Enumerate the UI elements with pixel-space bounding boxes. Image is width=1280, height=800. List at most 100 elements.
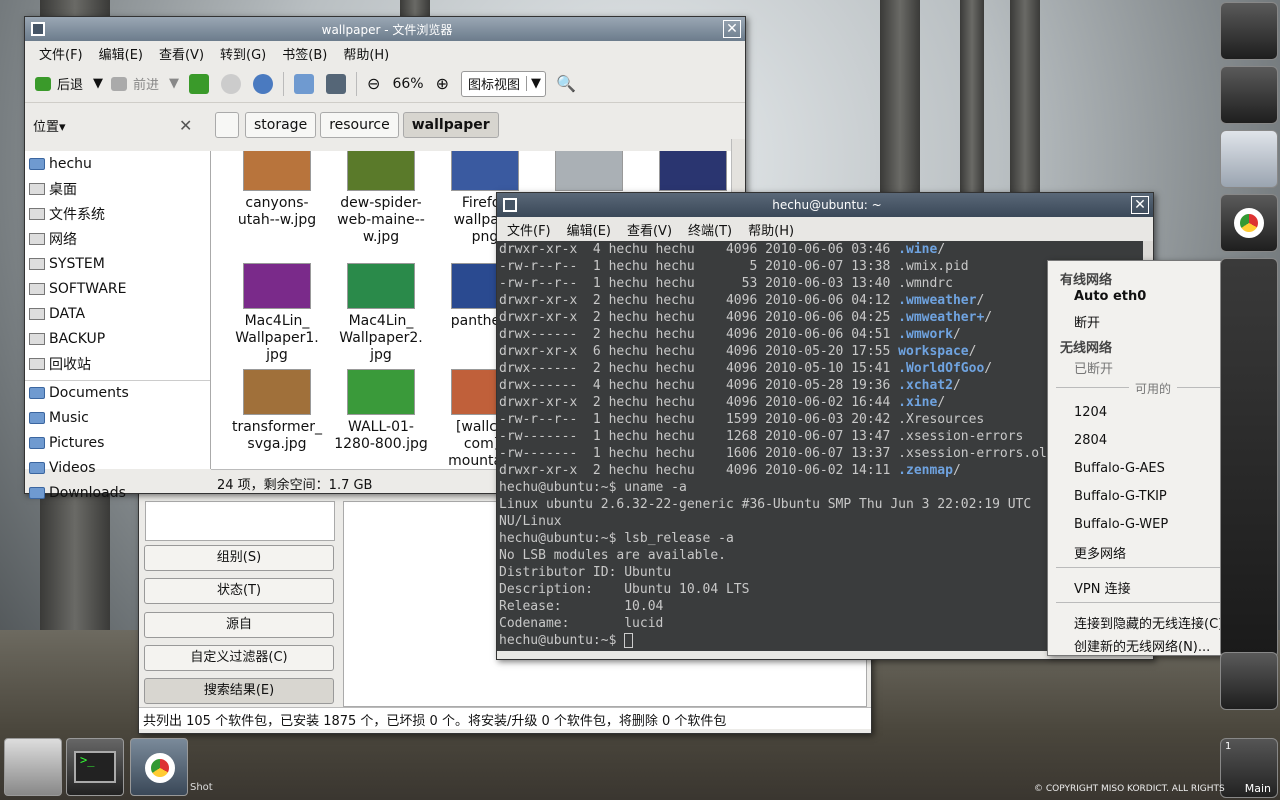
stop-icon[interactable] bbox=[221, 73, 242, 94]
menu-help[interactable]: 帮助(H) bbox=[740, 220, 802, 239]
sidebar-item[interactable]: Videos bbox=[25, 455, 210, 480]
window-menu-icon[interactable] bbox=[503, 198, 517, 212]
disconnect-item[interactable]: 断开 bbox=[1074, 312, 1100, 331]
dir-name: .wmwork bbox=[898, 327, 953, 342]
create-network-item[interactable]: 创建新的无线网络(N)... bbox=[1074, 636, 1210, 655]
window-menu-icon[interactable] bbox=[31, 22, 45, 36]
menu-view[interactable]: 查看(V) bbox=[151, 44, 212, 63]
zoom-out-icon[interactable]: ⊖ bbox=[367, 74, 380, 93]
chevron-down-icon[interactable]: ▼ bbox=[93, 76, 103, 91]
file-item[interactable] bbox=[539, 151, 639, 195]
wired-connection-item[interactable]: Auto eth0 bbox=[1074, 289, 1146, 304]
up-arrow-icon[interactable] bbox=[189, 73, 210, 94]
dock-workspace-pager[interactable]: 1 Main bbox=[1220, 738, 1278, 798]
sidebar-item[interactable]: DATA bbox=[25, 301, 210, 326]
sidebar-item[interactable]: Pictures bbox=[25, 430, 210, 455]
pager-label: Main bbox=[1244, 782, 1271, 795]
view-mode-select[interactable]: 图标视图 ▼ bbox=[460, 70, 546, 97]
drive-icon bbox=[29, 332, 45, 345]
menu-edit[interactable]: 编辑(E) bbox=[91, 44, 151, 63]
breadcrumb-toggle[interactable] bbox=[215, 112, 239, 138]
file-name: canyons- utah--w.jpg bbox=[237, 195, 317, 228]
sidebar-item[interactable]: 桌面 bbox=[25, 176, 210, 201]
back-button[interactable]: 后退 ▼ bbox=[31, 69, 107, 99]
file-item[interactable]: Mac4Lin_ Wallpaper1. jpg bbox=[227, 263, 327, 364]
sidebar-item-label: 回收站 bbox=[49, 356, 91, 373]
file-item[interactable]: transformer_ svga.jpg bbox=[227, 369, 327, 453]
wifi-network-item[interactable]: Buffalo-G-AES bbox=[1074, 461, 1165, 476]
sidebar-item[interactable]: Music bbox=[25, 405, 210, 430]
breadcrumb-resource[interactable]: resource bbox=[320, 112, 399, 138]
file-item[interactable]: WALL-01- 1280-800.jpg bbox=[331, 369, 431, 453]
wifi-network-item[interactable]: 2804 bbox=[1074, 433, 1107, 448]
connect-hidden-item[interactable]: 连接到隐藏的无线连接(C)... bbox=[1074, 613, 1236, 632]
chevron-down-icon[interactable]: ▼ bbox=[169, 76, 179, 91]
sidebar-item[interactable]: 网络 bbox=[25, 226, 210, 251]
computer-icon[interactable] bbox=[326, 73, 347, 94]
taskbar-chrome-icon[interactable] bbox=[130, 738, 188, 796]
file-item[interactable]: canyons- utah--w.jpg bbox=[227, 151, 327, 229]
breadcrumb-wallpaper[interactable]: wallpaper bbox=[402, 112, 499, 138]
file-item[interactable]: dew-spider- web-maine-- w.jpg bbox=[331, 151, 431, 246]
window-title: wallpaper - 文件浏览器 bbox=[321, 22, 453, 37]
file-item[interactable] bbox=[643, 151, 731, 195]
close-icon[interactable]: ✕ bbox=[723, 20, 741, 38]
image-thumbnail bbox=[347, 151, 415, 191]
menu-terminal[interactable]: 终端(T) bbox=[680, 220, 740, 239]
menu-help[interactable]: 帮助(H) bbox=[335, 44, 397, 63]
sidebar-item-label: Downloads bbox=[49, 484, 126, 501]
taskbar-terminal-icon[interactable]: >_ bbox=[66, 738, 124, 796]
sidebar-item-label: Videos bbox=[49, 459, 96, 476]
folder-icon bbox=[29, 486, 45, 499]
sidebar-item[interactable]: Downloads bbox=[25, 480, 210, 505]
sidebar-item[interactable]: 回收站 bbox=[25, 351, 210, 376]
dir-name: .zenmap bbox=[898, 463, 953, 478]
sidebar-item[interactable]: hechu bbox=[25, 151, 210, 176]
group-button[interactable]: 组别(S) bbox=[144, 545, 334, 571]
dock-chrome-icon[interactable] bbox=[1220, 194, 1278, 252]
dock-tool-icon[interactable] bbox=[1220, 66, 1278, 124]
dock-cursor-icon[interactable] bbox=[1220, 652, 1278, 710]
search-icon[interactable]: 🔍 bbox=[556, 74, 576, 93]
origin-button[interactable]: 源自 bbox=[144, 612, 334, 638]
line-text: / bbox=[976, 293, 985, 308]
sidebar-item[interactable]: SOFTWARE bbox=[25, 276, 210, 301]
breadcrumb-storage[interactable]: storage bbox=[245, 112, 317, 138]
status-button[interactable]: 状态(T) bbox=[144, 578, 334, 604]
dock-clock-icon[interactable] bbox=[1220, 2, 1278, 60]
close-sidebar-icon[interactable]: ✕ bbox=[179, 116, 192, 135]
forward-arrow-icon bbox=[111, 76, 128, 91]
sidebar-item[interactable]: Documents bbox=[25, 380, 210, 405]
taskbar-synaptic-icon[interactable] bbox=[4, 738, 62, 796]
line-text: drwxr-xr-x 2 hechu hechu 4096 2010-06-06… bbox=[499, 293, 899, 308]
wifi-network-item[interactable]: 1204 bbox=[1074, 405, 1107, 420]
close-icon[interactable]: ✕ bbox=[1131, 196, 1149, 214]
reload-icon[interactable] bbox=[253, 73, 274, 94]
file-item[interactable]: Mac4Lin_ Wallpaper2. jpg bbox=[331, 263, 431, 364]
menu-go[interactable]: 转到(G) bbox=[212, 44, 274, 63]
vpn-item[interactable]: VPN 连接 bbox=[1074, 578, 1131, 597]
line-text: / bbox=[984, 361, 993, 376]
menu-bookmarks[interactable]: 书签(B) bbox=[274, 44, 335, 63]
sidebar-item[interactable]: BACKUP bbox=[25, 326, 210, 351]
menu-file[interactable]: 文件(F) bbox=[31, 44, 91, 63]
zoom-in-icon[interactable]: ⊕ bbox=[436, 74, 449, 93]
dir-name: workspace bbox=[898, 344, 969, 359]
terminal-titlebar[interactable]: hechu@ubuntu: ~ ✕ bbox=[497, 193, 1153, 217]
file-browser-titlebar[interactable]: wallpaper - 文件浏览器 ✕ bbox=[25, 17, 745, 41]
forward-button[interactable]: 前进 ▼ bbox=[107, 69, 183, 99]
menu-view[interactable]: 查看(V) bbox=[619, 220, 680, 239]
dock-monitor-icon[interactable] bbox=[1220, 130, 1278, 188]
menu-edit[interactable]: 编辑(E) bbox=[559, 220, 619, 239]
places-dropdown[interactable]: 位置▾ bbox=[33, 116, 66, 135]
custom-filter-button[interactable]: 自定义过滤器(C) bbox=[144, 645, 334, 671]
sidebar-item[interactable]: 文件系统 bbox=[25, 201, 210, 226]
menu-file[interactable]: 文件(F) bbox=[499, 220, 559, 239]
home-folder-icon[interactable] bbox=[294, 73, 315, 94]
wifi-network-item[interactable]: Buffalo-G-WEP bbox=[1074, 517, 1168, 532]
search-results-button[interactable]: 搜索结果(E) bbox=[144, 678, 334, 704]
line-text: Release: 10.04 bbox=[499, 599, 664, 614]
more-networks-item[interactable]: 更多网络 bbox=[1074, 543, 1126, 562]
sidebar-item[interactable]: SYSTEM bbox=[25, 251, 210, 276]
wifi-network-item[interactable]: Buffalo-G-TKIP bbox=[1074, 489, 1167, 504]
